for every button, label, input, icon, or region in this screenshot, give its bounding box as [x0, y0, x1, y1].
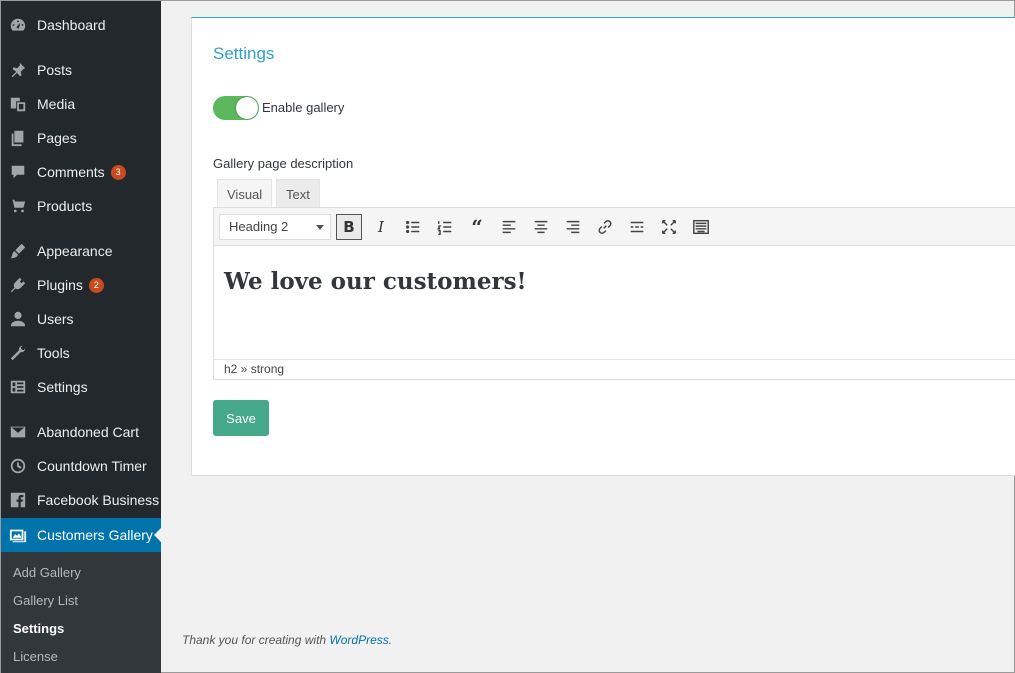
comments-count-badge: 3	[110, 164, 126, 180]
enable-gallery-toggle[interactable]	[213, 96, 259, 120]
menu-item-facebook-business[interactable]: Facebook Business	[1, 483, 161, 517]
user-icon	[8, 309, 28, 329]
bold-button[interactable]: B	[336, 214, 362, 240]
menu-item-customers-gallery[interactable]: Customers Gallery	[1, 518, 161, 552]
editor-toolbar: Heading 2 B I “	[214, 208, 1015, 246]
menu-item-users[interactable]: Users	[1, 302, 161, 336]
menu-item-products[interactable]: Products	[1, 189, 161, 223]
menu-item-comments[interactable]: Comments 3	[1, 155, 161, 189]
save-button[interactable]: Save	[213, 400, 269, 436]
bold-icon: B	[343, 218, 355, 236]
chevron-down-icon	[316, 225, 324, 230]
wrench-icon	[8, 343, 28, 363]
menu-label: Media	[37, 96, 76, 112]
media-icon	[8, 94, 28, 114]
menu-label: Customers Gallery	[37, 527, 153, 543]
menu-item-pages[interactable]: Pages	[1, 121, 161, 155]
menu-label: Dashboard	[37, 17, 106, 33]
bullet-list-icon	[405, 220, 420, 234]
read-more-icon	[630, 221, 644, 233]
align-center-icon	[534, 220, 548, 234]
fullscreen-button[interactable]	[656, 214, 682, 240]
editor-status-path: h2 » strong	[214, 359, 1015, 379]
menu-item-dashboard[interactable]: Dashboard	[1, 8, 161, 42]
format-select[interactable]: Heading 2	[219, 214, 331, 240]
format-select-value: Heading 2	[229, 219, 289, 234]
toggle-knob	[236, 97, 258, 119]
description-label: Gallery page description	[213, 156, 354, 171]
admin-footer: Thank you for creating with WordPress.	[182, 633, 392, 647]
clock-icon	[8, 456, 28, 476]
menu-label: Users	[37, 311, 74, 327]
italic-icon: I	[378, 218, 384, 236]
menu-item-media[interactable]: Media	[1, 87, 161, 121]
menu-label: Posts	[37, 62, 73, 78]
rich-text-editor: Heading 2 B I “ We love our customers! h…	[213, 207, 1015, 380]
menu-label: Settings	[37, 379, 88, 395]
mail-icon	[8, 422, 28, 442]
plugins-update-badge: 2	[88, 277, 104, 293]
align-right-icon	[566, 220, 580, 234]
read-more-button[interactable]	[624, 214, 650, 240]
customers-gallery-submenu: Add Gallery Gallery List Settings Licens…	[1, 552, 161, 673]
fullscreen-icon	[661, 219, 677, 235]
editor-content[interactable]: We love our customers!	[224, 268, 527, 295]
bullet-list-button[interactable]	[400, 214, 426, 240]
tab-text[interactable]: Text	[276, 179, 320, 208]
submenu-license[interactable]: License	[13, 649, 58, 664]
menu-item-posts[interactable]: Posts	[1, 53, 161, 87]
italic-button[interactable]: I	[368, 214, 394, 240]
quote-icon: “	[471, 215, 483, 239]
blockquote-button[interactable]: “	[464, 214, 490, 240]
menu-item-abandoned-cart[interactable]: Abandoned Cart	[1, 415, 161, 449]
numbered-list-icon	[436, 221, 452, 235]
toolbar-toggle-button[interactable]	[688, 214, 714, 240]
submenu-gallery-list[interactable]: Gallery List	[13, 593, 78, 608]
cart-icon	[8, 196, 28, 216]
pin-icon	[8, 60, 28, 80]
brush-icon	[8, 241, 28, 261]
pages-icon	[8, 128, 28, 148]
menu-label: Tools	[37, 345, 70, 361]
settings-panel: Settings Enable gallery Gallery page des…	[191, 17, 1015, 476]
menu-label: Facebook Business	[37, 492, 160, 508]
plugin-icon	[8, 275, 28, 295]
align-left-icon	[502, 220, 516, 234]
align-right-button[interactable]	[560, 214, 586, 240]
menu-label: Products	[37, 198, 93, 214]
footer-text: Thank you for creating with	[182, 633, 330, 647]
numbered-list-button[interactable]	[432, 214, 458, 240]
tab-visual[interactable]: Visual	[217, 179, 273, 208]
menu-label: Countdown Timer	[37, 458, 147, 474]
menu-item-tools[interactable]: Tools	[1, 336, 161, 370]
menu-item-countdown-timer[interactable]: Countdown Timer	[1, 449, 161, 483]
facebook-icon	[8, 490, 28, 510]
menu-label: Abandoned Cart	[37, 424, 139, 440]
keyboard-icon	[693, 219, 709, 235]
align-left-button[interactable]	[496, 214, 522, 240]
submenu-add-gallery[interactable]: Add Gallery	[13, 565, 81, 580]
submenu-settings[interactable]: Settings	[13, 621, 64, 636]
comment-icon	[8, 162, 28, 182]
link-icon	[598, 220, 612, 234]
menu-label: Appearance	[37, 243, 113, 259]
menu-item-plugins[interactable]: Plugins 2	[1, 268, 161, 302]
gallery-icon	[8, 525, 28, 545]
panel-title: Settings	[213, 44, 275, 63]
settings-icon	[8, 377, 28, 397]
dashboard-icon	[8, 15, 28, 35]
enable-gallery-label: Enable gallery	[262, 100, 345, 115]
wordpress-link[interactable]: WordPress	[329, 633, 388, 647]
menu-item-appearance[interactable]: Appearance	[1, 234, 161, 268]
align-center-button[interactable]	[528, 214, 554, 240]
footer-suffix: .	[388, 633, 393, 647]
menu-label: Pages	[37, 130, 77, 146]
menu-item-settings[interactable]: Settings	[1, 370, 161, 404]
admin-sidebar: Dashboard Posts Media Pages Comments 3 P…	[1, 1, 161, 673]
menu-label: Plugins	[37, 277, 83, 293]
insert-link-button[interactable]	[592, 214, 618, 240]
menu-label: Comments	[37, 164, 105, 180]
